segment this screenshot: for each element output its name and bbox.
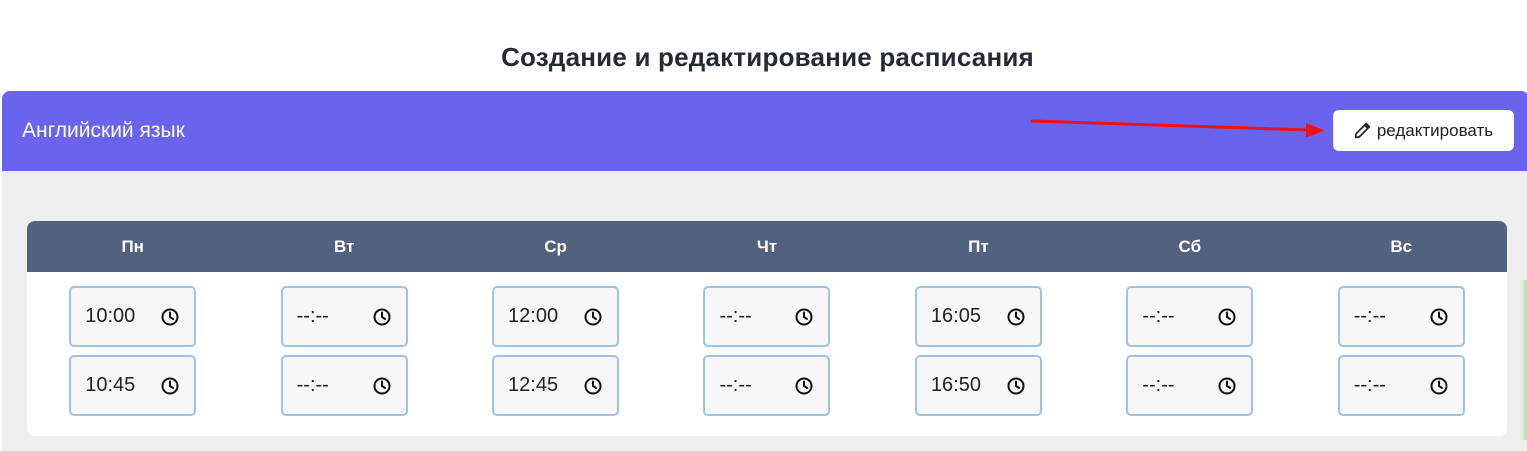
clock-icon[interactable]	[583, 307, 603, 327]
time-value: 12:00	[508, 305, 559, 327]
day-header: Вс	[1390, 237, 1413, 256]
day-header: Чт	[756, 237, 778, 256]
time-value: --:--	[719, 374, 752, 396]
time-input[interactable]: --:--	[703, 355, 831, 416]
time-value: 12:45	[508, 374, 559, 396]
time-input[interactable]: --:--	[1126, 355, 1254, 416]
clock-icon[interactable]	[1429, 376, 1449, 396]
time-input[interactable]: 16:50	[914, 355, 1042, 416]
pencil-icon	[1354, 122, 1371, 139]
time-value: --:--	[296, 374, 329, 396]
time-input[interactable]: --:--	[280, 286, 408, 347]
clock-icon[interactable]	[160, 376, 180, 396]
clock-icon[interactable]	[1217, 307, 1237, 327]
time-value: --:--	[1142, 305, 1175, 327]
time-value: --:--	[1353, 305, 1386, 327]
schedule-table: Пн Вт Ср Чт Пт Сб Вс 10:00 10:45 --:-- --:-- 12:00…	[27, 221, 1507, 436]
time-input[interactable]: 10:45	[69, 355, 197, 416]
page: Создание и редактирование расписания Анг…	[0, 0, 1527, 451]
day-header: Пн	[121, 237, 144, 256]
time-value: --:--	[1353, 374, 1386, 396]
days-body: 10:00 10:45 --:-- --:-- 12:00 12:45 --:-- --:--…	[27, 272, 1507, 416]
time-input[interactable]: 12:00	[492, 286, 620, 347]
days-header: Пн Вт Ср Чт Пт Сб Вс	[27, 221, 1507, 272]
day-column: --:-- --:--	[1296, 286, 1507, 416]
time-input[interactable]: 16:05	[914, 286, 1042, 347]
day-column: 12:00 12:45	[450, 286, 661, 416]
day-column: --:-- --:--	[238, 286, 449, 416]
day-header: Ср	[544, 237, 567, 256]
time-input[interactable]: 12:45	[492, 355, 620, 416]
clock-icon[interactable]	[583, 376, 603, 396]
time-value: --:--	[719, 305, 752, 327]
edit-button-label: редактировать	[1376, 120, 1494, 140]
time-value: 10:00	[85, 305, 136, 327]
time-value: --:--	[296, 305, 329, 327]
day-column: --:-- --:--	[1084, 286, 1295, 416]
clock-icon[interactable]	[794, 376, 814, 396]
time-value: 16:50	[930, 374, 981, 396]
edit-button[interactable]: редактировать	[1333, 110, 1514, 151]
time-input[interactable]: --:--	[1337, 355, 1465, 416]
clock-icon[interactable]	[372, 307, 392, 327]
day-column: 16:05 16:50	[873, 286, 1084, 416]
time-value: 10:45	[85, 374, 136, 396]
time-input[interactable]: --:--	[703, 286, 831, 347]
day-column: --:-- --:--	[661, 286, 872, 416]
clock-icon[interactable]	[1006, 307, 1026, 327]
day-column: 10:00 10:45	[27, 286, 238, 416]
clock-icon[interactable]	[1217, 376, 1237, 396]
time-value: --:--	[1142, 374, 1175, 396]
time-input[interactable]: --:--	[1126, 286, 1254, 347]
clock-icon[interactable]	[1006, 376, 1026, 396]
subject-card: Английский язык редактировать Пн Вт Ср Чт Пт…	[2, 91, 1527, 451]
time-input[interactable]: --:--	[280, 355, 408, 416]
clock-icon[interactable]	[794, 307, 814, 327]
clock-icon[interactable]	[160, 307, 180, 327]
page-title: Создание и редактирование расписания	[501, 42, 1034, 72]
time-input[interactable]: 10:00	[69, 286, 197, 347]
clock-icon[interactable]	[1429, 307, 1449, 327]
time-input[interactable]: --:--	[1337, 286, 1465, 347]
day-header: Вт	[333, 237, 355, 256]
clock-icon[interactable]	[372, 376, 392, 396]
time-value: 16:05	[930, 305, 981, 327]
subject-title: Английский язык	[22, 119, 185, 142]
green-edge	[1521, 280, 1527, 440]
card-header: Английский язык редактировать	[2, 91, 1527, 171]
day-header: Пт	[968, 237, 989, 256]
day-header: Сб	[1178, 237, 1202, 256]
